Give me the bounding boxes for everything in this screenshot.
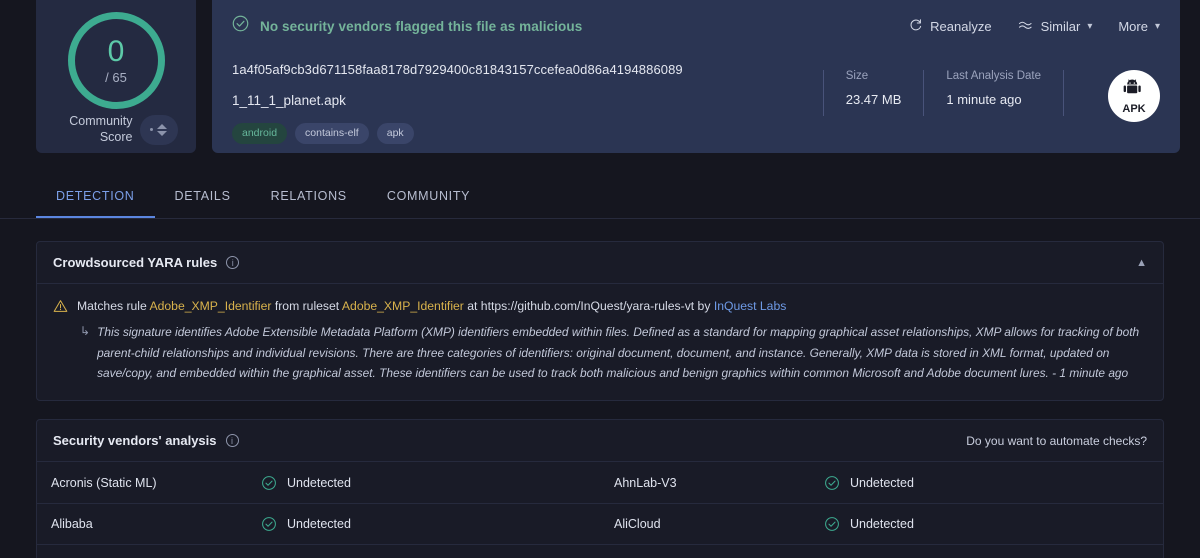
vendor-result: Undetected <box>824 475 914 491</box>
security-vendors-panel: Security vendors' analysis i Do you want… <box>36 419 1164 558</box>
reanalyze-button[interactable]: Reanalyze <box>909 18 992 35</box>
vendor-result-label: Undetected <box>287 517 351 532</box>
chevron-down-icon: ▾ <box>1087 20 1093 32</box>
apk-file-type-badge: APK <box>1108 70 1160 122</box>
vendor-result: Undetected <box>261 475 351 491</box>
yara-from-text: from ruleset <box>274 299 340 313</box>
community-score-card: 0 / 65 Community Score <box>36 0 196 153</box>
tab-details[interactable]: DETAILS <box>155 179 251 218</box>
file-hash[interactable]: 1a4f05af9cb3d671158faa8178d7929400c81843… <box>232 62 823 77</box>
verdict-text: No security vendors flagged this file as… <box>260 18 583 34</box>
yara-panel-title: Crowdsourced YARA rules <box>53 255 218 270</box>
stat-last-analysis-value: 1 minute ago <box>946 92 1022 107</box>
vote-dot-icon <box>150 128 153 132</box>
automate-checks-link[interactable]: Do you want to automate checks? <box>966 434 1147 448</box>
similar-waves-icon <box>1018 18 1034 35</box>
check-circle-icon <box>825 517 839 532</box>
detection-count: 0 <box>107 34 125 68</box>
vendor-result: Undetected <box>824 516 914 532</box>
file-tags: android contains-elf apk <box>232 123 823 144</box>
community-score-label: Community Score <box>69 114 133 144</box>
android-robot-icon <box>1123 78 1145 103</box>
info-icon[interactable]: i <box>225 434 239 448</box>
check-circle-icon <box>262 475 276 490</box>
stat-size: Size 23.47 MB <box>822 70 924 116</box>
vendor-result-label: Undetected <box>850 475 914 490</box>
table-row[interactable]: AliCloud Undetected <box>600 503 1163 544</box>
detection-donut: 0 / 65 <box>67 12 165 109</box>
table-row[interactable]: Antiy-AVL Undetected <box>600 544 1163 558</box>
stat-last-analysis-label: Last Analysis Date <box>946 70 1041 82</box>
stat-last-analysis: Last Analysis Date 1 minute ago <box>923 70 1063 116</box>
yara-ruleset-url: at https://github.com/InQuest/yara-rules… <box>467 299 711 313</box>
file-info-card: No security vendors flagged this file as… <box>212 0 1180 153</box>
virustotal-file-report: 0 / 65 Community Score No security vendo… <box>0 0 1200 558</box>
info-icon[interactable]: i <box>226 256 240 269</box>
refresh-icon <box>909 18 923 35</box>
yara-match-prefix: Matches rule <box>77 299 147 313</box>
vendor-result-label: Undetected <box>287 475 351 490</box>
tag-android[interactable]: android <box>232 123 288 144</box>
table-row[interactable]: Alibaba Undetected <box>37 503 600 544</box>
yara-match-line: Matches rule Adobe_XMP_Identifier from r… <box>77 298 786 316</box>
apk-badge-label: APK <box>1122 102 1146 115</box>
tab-detection[interactable]: DETECTION <box>36 179 155 218</box>
vendor-result: Undetected <box>261 516 351 532</box>
file-summary: 0 / 65 Community Score No security vendo… <box>0 0 1200 155</box>
tab-relations[interactable]: RELATIONS <box>251 179 367 218</box>
check-circle-icon <box>825 475 839 490</box>
yara-ruleset-name[interactable]: Adobe_XMP_Identifier <box>342 299 464 313</box>
vendor-name: AhnLab-V3 <box>614 475 677 490</box>
tag-contains-elf[interactable]: contains-elf <box>295 123 369 144</box>
file-name: 1_11_1_planet.apk <box>232 93 346 108</box>
return-arrow-icon: ↳ <box>80 324 91 338</box>
similar-label: Similar <box>1040 18 1081 34</box>
vendor-name: Acronis (Static ML) <box>51 475 157 490</box>
more-button[interactable]: More ▾ <box>1118 19 1160 34</box>
reanalyze-label: Reanalyze <box>930 18 992 34</box>
more-label: More <box>1118 18 1148 34</box>
yara-author-link[interactable]: InQuest Labs <box>714 299 787 313</box>
vendor-name: AliCloud <box>614 517 661 532</box>
vote-arrows-icon <box>157 123 167 136</box>
vote-button[interactable] <box>139 114 178 145</box>
chevron-up-icon[interactable]: ▲ <box>1136 257 1147 269</box>
vendor-result-label: Undetected <box>850 517 914 532</box>
check-circle-icon <box>232 15 249 37</box>
report-tabs: DETECTION DETAILS RELATIONS COMMUNITY <box>0 179 1200 219</box>
yara-rule-name[interactable]: Adobe_XMP_Identifier <box>150 299 272 313</box>
chevron-down-icon: ▾ <box>1154 20 1160 32</box>
similar-button[interactable]: Similar ▾ <box>1018 18 1093 35</box>
yara-rule-description: This signature identifies Adobe Extensib… <box>97 325 1140 381</box>
table-row[interactable]: Acronis (Static ML) Undetected <box>37 462 600 503</box>
vendor-results-grid: Acronis (Static ML) Undetected AhnLab-V3… <box>37 462 1163 558</box>
stat-size-label: Size <box>845 70 869 82</box>
table-row[interactable]: AhnLab-V3 Undetected <box>600 462 1163 503</box>
tag-apk[interactable]: apk <box>376 123 414 144</box>
crowdsourced-yara-panel: Crowdsourced YARA rules i ▲ Matches rule… <box>36 241 1164 402</box>
detection-total: / 65 <box>105 69 127 85</box>
vendors-panel-title: Security vendors' analysis <box>53 433 217 449</box>
warning-triangle-icon <box>53 299 68 318</box>
tab-community[interactable]: COMMUNITY <box>367 179 490 218</box>
stat-size-value: 23.47 MB <box>845 92 902 107</box>
table-row[interactable]: ALYac Undetected <box>37 544 600 558</box>
check-circle-icon <box>262 517 276 532</box>
vendor-name: Alibaba <box>51 517 93 532</box>
